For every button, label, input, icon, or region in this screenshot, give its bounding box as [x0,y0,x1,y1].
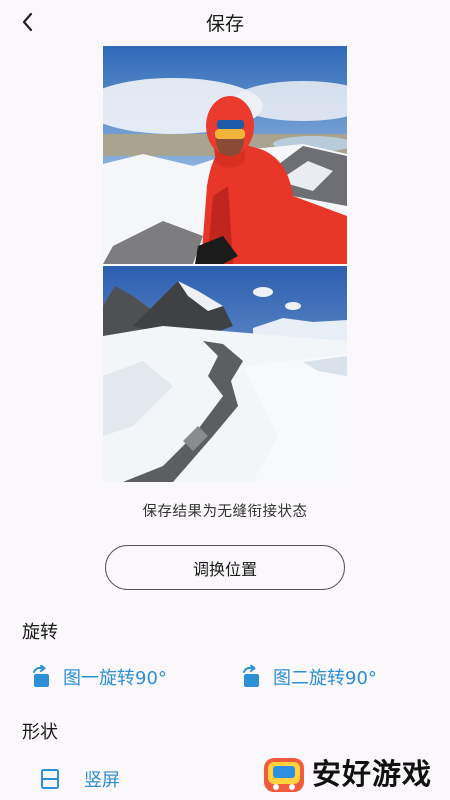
gamepad-logo-icon [264,758,304,792]
rotate-section-title: 旋转 [22,622,58,643]
watermark-text: 安好游戏 [312,756,433,791]
watermark: 安好游戏 [262,750,442,798]
preview-image-2 [103,266,347,482]
rotate-right-icon [33,665,49,687]
swap-position-button[interactable]: 调换位置 [105,545,345,590]
top-bar: 保存 [0,0,450,44]
shape-vertical-label: 竖屏 [84,770,120,791]
rotate-image2-button[interactable]: 图二旋转90° [240,661,377,693]
vertical-split-icon [41,769,59,789]
rotate-image1-button[interactable]: 图一旋转90° [30,661,167,693]
rotate-image2-label: 图二旋转90° [273,668,377,689]
rotate-image1-label: 图一旋转90° [63,668,167,689]
rotate-right-icon [243,665,259,687]
shape-vertical-option[interactable]: 竖屏 [40,763,120,795]
page-title: 保存 [205,13,244,35]
merge-caption: 保存结果为无缝衔接状态 [142,504,308,520]
shape-section-title: 形状 [22,722,58,743]
preview-image-1 [103,46,347,264]
